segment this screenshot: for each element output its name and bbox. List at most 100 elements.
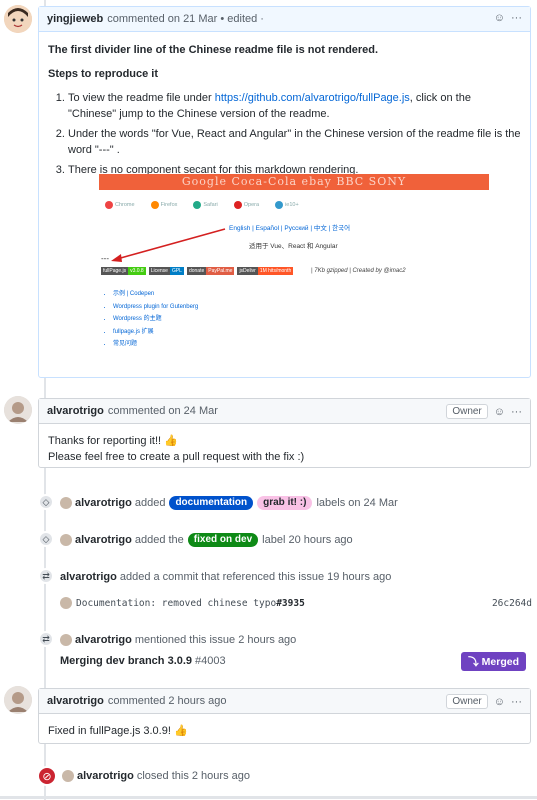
merged-badge: ⤵ Merged bbox=[461, 652, 526, 671]
browser-icon bbox=[105, 201, 113, 209]
shield-row: fullPage.js v3.0.8 License GPL donate PayPal.… bbox=[101, 267, 294, 275]
repo-link[interactable]: https://github.com/alvarotrigo/fullPage.… bbox=[215, 92, 410, 104]
cross-reference-icon: ⇄ bbox=[38, 568, 54, 584]
avatar[interactable] bbox=[60, 497, 72, 509]
timeline-event-mention: alvarotrigo mentioned this issue 2 hours… bbox=[60, 631, 296, 649]
step-text: To view the readme file under bbox=[68, 92, 215, 104]
browser-name: Safari bbox=[203, 202, 218, 208]
owner-badge: Owner bbox=[446, 694, 488, 709]
comment-body: Thanks for reporting it!! 👍 Please feel … bbox=[39, 424, 530, 475]
comment-meta[interactable]: commented 2 hours ago bbox=[108, 695, 227, 707]
list-item: Under the words "for Vue, React and Angu… bbox=[68, 126, 521, 158]
shield-label: jsDelivr bbox=[237, 267, 258, 275]
event-author[interactable]: alvarotrigo bbox=[77, 770, 134, 782]
readme-link-item: 常见问题 bbox=[113, 338, 198, 351]
avatar[interactable] bbox=[4, 5, 32, 33]
annotation-arrow bbox=[111, 228, 226, 262]
browser-badge: Opera bbox=[233, 201, 260, 209]
avatar[interactable] bbox=[4, 396, 32, 424]
avatar[interactable] bbox=[60, 634, 72, 646]
more-options-icon[interactable]: ··· bbox=[511, 696, 522, 708]
browser-name: Chrome bbox=[115, 202, 135, 208]
browser-name: Opera bbox=[243, 202, 260, 208]
comment-header: alvarotrigo commented 2 hours ago Owner … bbox=[39, 689, 530, 714]
comment-line: Please feel free to create a pull reques… bbox=[48, 451, 305, 463]
shield-value: v3.0.8 bbox=[128, 267, 146, 275]
comment-line: Thanks for reporting it!! 👍 bbox=[48, 435, 178, 447]
label-fixed-on-dev[interactable]: fixed on dev bbox=[187, 533, 259, 547]
event-suffix: label 20 hours ago bbox=[262, 534, 353, 546]
issue-summary: The first divider line of the Chinese re… bbox=[48, 44, 379, 56]
comment-author[interactable]: alvarotrigo bbox=[47, 405, 104, 417]
shield-label: donate bbox=[186, 267, 207, 275]
more-options-icon[interactable]: ··· bbox=[511, 12, 522, 24]
browser-icon bbox=[233, 201, 242, 209]
avatar[interactable] bbox=[62, 770, 74, 782]
avatar[interactable] bbox=[60, 597, 72, 609]
tag-icon: ◇ bbox=[38, 531, 54, 547]
pr-title[interactable]: Merging dev branch 3.0.9 bbox=[60, 655, 192, 667]
commit-row: Documentation: removed chinese typo #393… bbox=[60, 594, 532, 612]
browser-icon bbox=[275, 201, 284, 209]
event-suffix: labels on 24 Mar bbox=[316, 497, 398, 509]
avatar[interactable] bbox=[60, 534, 72, 546]
label-documentation[interactable]: documentation bbox=[169, 496, 254, 510]
browser-name: ie10+ bbox=[285, 202, 299, 208]
browser-icon bbox=[150, 201, 159, 209]
commit-message[interactable]: Documentation: removed chinese typo bbox=[76, 598, 276, 609]
merged-status: Merged bbox=[481, 655, 519, 668]
tag-icon: ◇ bbox=[38, 494, 54, 510]
comment-line: Fixed in fullPage.js 3.0.9! 👍 bbox=[48, 725, 188, 737]
emoji-reaction-icon[interactable]: ☺ bbox=[494, 406, 505, 418]
owner-badge: Owner bbox=[446, 404, 488, 419]
commit-issue-ref[interactable]: #3935 bbox=[276, 598, 305, 609]
event-text: closed this 2 hours ago bbox=[136, 770, 250, 782]
timeline-event-labels: alvarotrigo added documentation grab it!… bbox=[60, 494, 398, 512]
readme-link-item: Wordpress 的主题 bbox=[113, 313, 198, 326]
comment-meta[interactable]: commented on 21 Mar • edited · bbox=[107, 13, 264, 25]
size-note: | 7Kb gzipped | Created by @imac2 bbox=[311, 268, 406, 274]
list-item: To view the readme file under https://gi… bbox=[68, 90, 521, 122]
comment-header: alvarotrigo commented on 24 Mar Owner ☺ … bbox=[39, 399, 530, 424]
browser-badge: ie10+ bbox=[275, 201, 299, 209]
event-author[interactable]: alvarotrigo bbox=[75, 534, 132, 546]
readme-links: 示例 | CodepenWordpress plugin for Gutenbe… bbox=[113, 288, 198, 351]
event-author[interactable]: alvarotrigo bbox=[75, 497, 132, 509]
browser-badge: Chrome bbox=[105, 201, 135, 209]
shield-badge: fullPage.js v3.0.8 bbox=[101, 267, 146, 275]
readme-link-item: Wordpress plugin for Gutenberg bbox=[113, 301, 198, 314]
comment-3: alvarotrigo commented 2 hours ago Owner … bbox=[38, 688, 531, 744]
event-text: added a commit that referenced this issu… bbox=[119, 571, 392, 583]
event-action: added the bbox=[134, 534, 184, 546]
browser-icon bbox=[193, 201, 202, 209]
comment-author[interactable]: alvarotrigo bbox=[47, 695, 104, 707]
event-author[interactable]: alvarotrigo bbox=[75, 634, 132, 646]
event-author[interactable]: alvarotrigo bbox=[60, 571, 117, 583]
shield-label: fullPage.js bbox=[101, 267, 129, 275]
language-links: English | Español | Русский | 中文 | 한국어 bbox=[229, 225, 351, 232]
pr-number[interactable]: #4003 bbox=[195, 655, 226, 667]
pr-reference-row: Merging dev branch 3.0.9 #4003 ⤵ Merged bbox=[60, 652, 532, 671]
frameworks-line: 适用于 Vue、React 和 Angular bbox=[249, 243, 338, 250]
comment-author[interactable]: yingjieweb bbox=[47, 13, 103, 25]
avatar[interactable] bbox=[4, 686, 32, 714]
comment-meta[interactable]: commented on 24 Mar bbox=[108, 405, 218, 417]
timeline-end-divider bbox=[0, 796, 537, 799]
sponsor-banner: Google Coca-Cola ebay BBC SONY bbox=[99, 174, 489, 190]
event-text: mentioned this issue 2 hours ago bbox=[134, 634, 297, 646]
commit-sha[interactable]: 26c264d bbox=[492, 598, 532, 609]
label-grab-it[interactable]: grab it! :) bbox=[257, 496, 313, 510]
merge-icon: ⤵ bbox=[468, 656, 479, 668]
more-options-icon[interactable]: ··· bbox=[511, 406, 522, 418]
timeline-event-commit: alvarotrigo added a commit that referenc… bbox=[60, 568, 391, 586]
comment-body: Fixed in fullPage.js 3.0.9! 👍 bbox=[39, 714, 530, 749]
timeline-event-label: alvarotrigo added the fixed on dev label… bbox=[60, 531, 353, 549]
emoji-reaction-icon[interactable]: ☺ bbox=[494, 696, 505, 708]
steps-list: To view the readme file under https://gi… bbox=[48, 90, 521, 178]
closed-icon: ⊘ bbox=[37, 766, 57, 786]
readme-link-item: 示例 | Codepen bbox=[113, 288, 198, 301]
timeline-event-closed: alvarotrigo closed this 2 hours ago bbox=[62, 767, 250, 785]
browser-name: Firefox bbox=[160, 202, 178, 208]
emoji-reaction-icon[interactable]: ☺ bbox=[494, 12, 505, 24]
comment-2: alvarotrigo commented on 24 Mar Owner ☺ … bbox=[38, 398, 531, 468]
